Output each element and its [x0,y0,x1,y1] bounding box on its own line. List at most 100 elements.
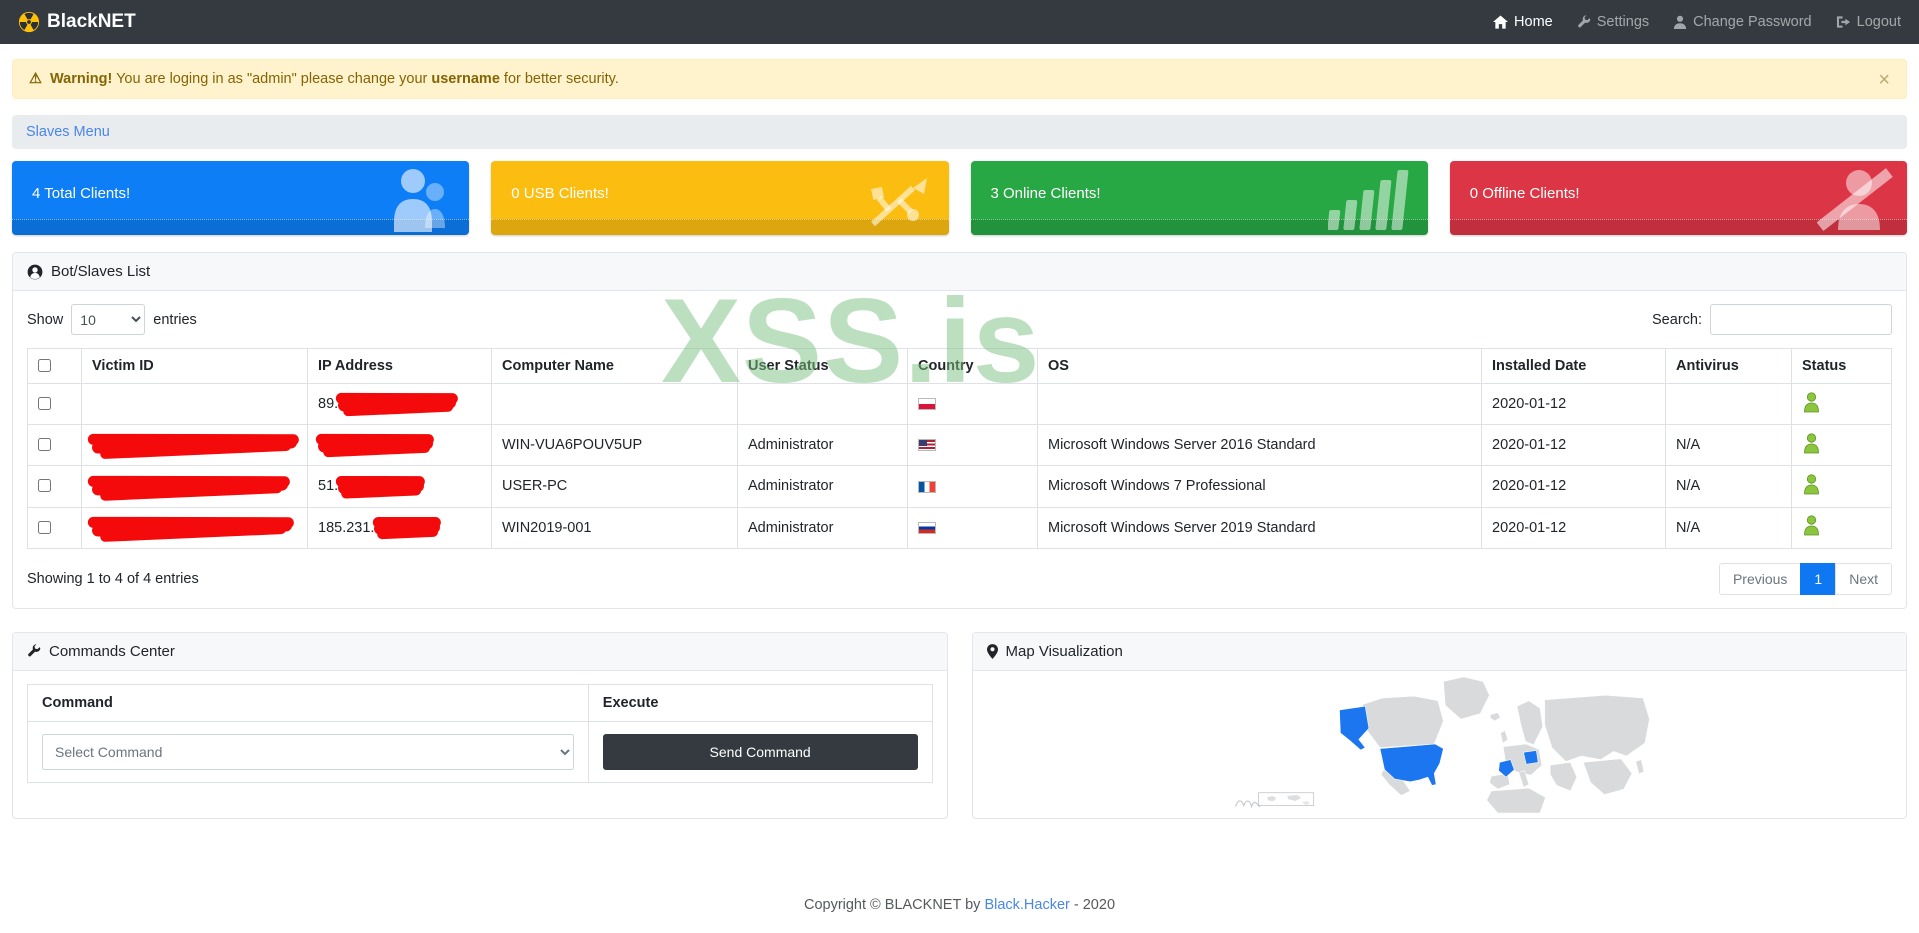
status-cell [1791,382,1892,426]
ip-address-cell [307,424,492,467]
page-length-control: Show 10 entries [27,304,197,335]
user-icon [1673,15,1687,29]
bot-list-title: Bot/Slaves List [51,263,151,280]
map-greenland [1442,676,1490,720]
stat-card-online-clients[interactable]: 3 Online Clients! [970,161,1428,235]
col-antivirus: Antivirus [1665,348,1792,384]
table-header-row: Victim ID IP Address Computer Name User … [27,348,1892,384]
map-uk [1499,730,1508,744]
col-user-status: User Status [737,348,908,384]
wrench-icon [28,644,41,657]
antivirus-cell: N/A [1665,424,1792,467]
send-command-button[interactable]: Send Command [602,733,918,770]
map-body [973,671,1907,817]
col-country: Country [907,348,1038,384]
online-status-icon [1804,515,1819,536]
os-cell [1037,382,1482,426]
search-control: Search: [1652,304,1892,335]
pagination-next[interactable]: Next [1835,562,1892,595]
bot-table: Victim ID IP Address Computer Name User … [27,348,1892,549]
home-icon [1493,15,1509,29]
table-row[interactable]: WIN-VUA6POUV5UP Administrator Microsoft … [27,424,1892,467]
pagination: Previous 1 Next [1718,562,1892,595]
redacted-ip [317,437,434,453]
map-china [1582,758,1632,795]
online-status-icon [1804,433,1819,454]
stat-card-total-clients[interactable]: 4 Total Clients! [12,161,470,235]
status-cell [1791,465,1892,508]
computer-name-cell: WIN2019-001 [491,506,738,549]
map-header: Map Visualization [972,632,1906,671]
status-cell [1791,506,1892,549]
map-sparkline [1234,799,1260,809]
redacted-ip [338,396,457,412]
table-row[interactable]: 185.231. WIN2019-001 Administrator Micro… [27,506,1892,549]
redacted-ip [374,520,441,535]
bottom-row: Commands Center Command Execute Select C… [12,631,1907,819]
col-computer-name: Computer Name [491,348,738,384]
redacted-ip [338,479,425,494]
victim-id-cell [81,465,308,508]
installed-date-cell: 2020-01-12 [1481,465,1666,508]
slaves-menu-link[interactable]: Slaves Menu [26,124,110,140]
select-all-checkbox[interactable] [38,359,51,372]
row-checkbox[interactable] [38,438,51,452]
row-checkbox[interactable] [38,520,51,534]
installed-date-cell: 2020-01-12 [1481,506,1666,549]
author-link[interactable]: Black.Hacker [984,897,1069,913]
command-select[interactable]: Select Command [42,733,574,770]
computer-name-cell: USER-PC [491,465,738,508]
computer-name-cell: WIN-VUA6POUV5UP [491,424,738,467]
nav-logout[interactable]: Logout [1836,14,1901,30]
nav-change-password[interactable]: Change Password [1673,14,1812,30]
map-middle-east [1549,761,1577,791]
top-navbar: BlackNET Home Settings Change Password L… [0,0,1919,44]
user-status-cell: Administrator [737,424,908,467]
table-row[interactable]: 51. USER-PC Administrator Microsoft Wind… [27,465,1892,508]
map-poland-highlight [1522,749,1538,765]
stat-card-offline-clients[interactable]: 0 Offline Clients! [1449,161,1907,235]
table-body: 89. 2020-01-12 WIN-VUA6POUV5UP Administr… [27,382,1892,549]
user-status-cell [737,382,908,426]
wrench-icon [1577,15,1591,28]
map-scandinavia [1516,700,1543,745]
table-row[interactable]: 89. 2020-01-12 [27,382,1892,426]
col-ip-address: IP Address [307,348,492,384]
table-controls: Show 10 entries Search: [27,304,1892,335]
online-status-icon [1804,391,1819,412]
stats-row: 4 Total Clients! 0 USB Clients! 3 Online… [12,161,1907,235]
brand[interactable]: BlackNET [18,11,136,33]
warning-icon: ⚠ [29,71,42,87]
os-cell: Microsoft Windows Server 2016 Standard [1037,424,1482,467]
row-checkbox[interactable] [38,479,51,493]
row-checkbox[interactable] [38,397,51,411]
stat-card-usb-clients[interactable]: 0 USB Clients! [491,161,949,235]
page-length-select[interactable]: 10 [71,304,146,335]
col-installed-date: Installed Date [1481,348,1666,384]
commands-center-title: Commands Center [49,642,175,660]
antivirus-cell: N/A [1665,465,1792,508]
redacted-victim-id [91,436,298,455]
victim-id-cell [81,506,308,549]
country-cell [907,424,1038,467]
installed-date-cell: 2020-01-12 [1481,424,1666,467]
commands-center-header: Commands Center [13,632,947,671]
pagination-previous[interactable]: Previous [1718,562,1802,595]
nav-settings[interactable]: Settings [1577,14,1649,30]
computer-name-cell [491,382,738,426]
bot-list-header: Bot/Slaves List [13,253,1906,291]
warning-alert: ⚠ Warning! You are loging in as "admin" … [12,59,1907,99]
map-japan [1634,759,1644,774]
redacted-victim-id [91,478,289,496]
redacted-victim-id [91,519,293,537]
nav-home[interactable]: Home [1493,14,1553,30]
country-flag [918,480,936,493]
alert-close-button[interactable]: × [1878,68,1890,92]
country-flag [918,521,936,534]
search-input[interactable] [1710,304,1892,335]
victim-id-cell [81,424,308,467]
command-column-header: Command [27,683,589,722]
country-flag [918,439,936,452]
pagination-page-1[interactable]: 1 [1800,562,1837,595]
world-map[interactable] [981,675,1899,813]
